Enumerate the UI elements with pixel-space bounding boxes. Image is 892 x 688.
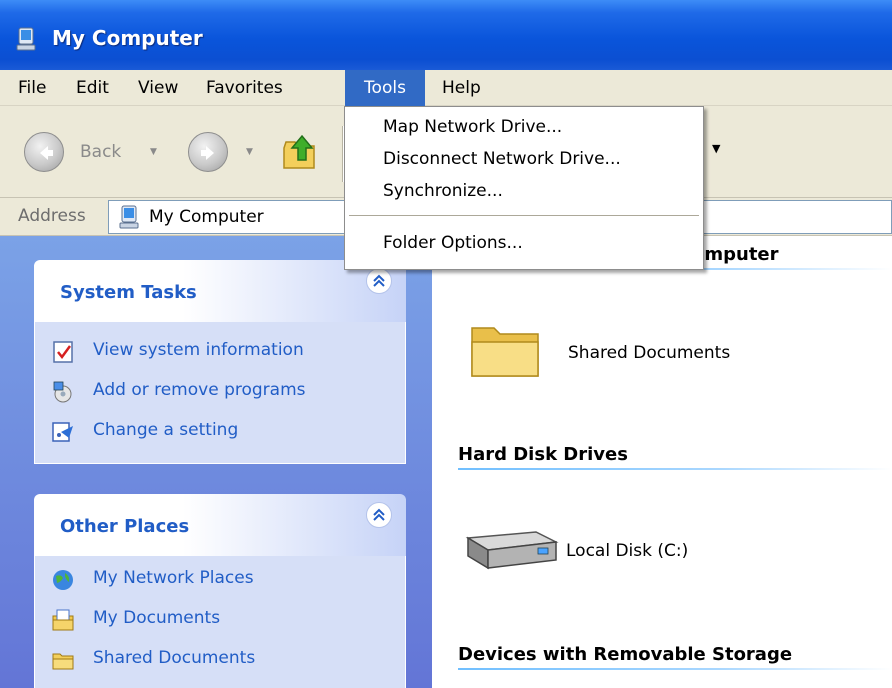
back-dropdown-icon[interactable]: ▼ xyxy=(150,147,157,157)
content-area: omputer Shared Documents Hard Disk Drive… xyxy=(432,236,892,688)
system-tasks-title: System Tasks xyxy=(60,282,197,303)
item-shared-documents[interactable]: Shared Documents xyxy=(568,343,730,363)
computer-icon xyxy=(16,27,36,51)
group-title: omputer xyxy=(692,244,779,265)
menu-separator xyxy=(349,215,699,216)
menu-bar: File Edit View Favorites Tools Help xyxy=(0,70,892,106)
hard-disk-icon[interactable] xyxy=(462,528,560,572)
back-arrow-icon xyxy=(40,146,53,160)
task-label[interactable]: Add or remove programs xyxy=(93,380,306,400)
my-documents-icon xyxy=(52,609,74,631)
place-label[interactable]: Shared Documents xyxy=(93,648,255,668)
folder-icon xyxy=(52,653,74,670)
back-label: Back xyxy=(80,142,122,162)
chevron-up-icon xyxy=(373,274,385,287)
views-dropdown-icon[interactable]: ▼ xyxy=(712,142,720,155)
other-places-title: Other Places xyxy=(60,516,190,537)
task-label[interactable]: Change a setting xyxy=(93,420,238,440)
forward-dropdown-icon[interactable]: ▼ xyxy=(246,147,253,157)
other-places-body: My Network Places My Documents Shared Do… xyxy=(34,556,406,688)
group-divider xyxy=(458,468,892,470)
system-tasks-panel: System Tasks View system information Add… xyxy=(34,260,406,464)
menu-edit[interactable]: Edit xyxy=(66,70,119,106)
forward-arrow-icon xyxy=(201,146,214,160)
address-label: Address xyxy=(18,206,86,226)
computer-icon xyxy=(119,205,139,229)
menu-item-map-network-drive[interactable]: Map Network Drive... xyxy=(383,117,562,137)
system-info-icon xyxy=(53,341,73,363)
address-value: My Computer xyxy=(149,207,264,227)
group-divider xyxy=(458,668,892,670)
forward-button[interactable] xyxy=(188,132,228,172)
add-remove-programs-icon xyxy=(53,381,72,403)
other-places-header[interactable]: Other Places xyxy=(34,494,406,556)
title-bar: My Computer xyxy=(0,0,892,70)
other-places-panel: Other Places My Network Places My Docume… xyxy=(34,494,406,688)
tools-menu: Map Network Drive... Disconnect Network … xyxy=(344,106,704,270)
chevron-up-icon xyxy=(373,508,385,521)
menu-item-folder-options[interactable]: Folder Options... xyxy=(383,233,523,253)
network-places-icon xyxy=(53,570,73,590)
task-label[interactable]: View system information xyxy=(93,340,304,360)
control-panel-icon xyxy=(52,422,73,442)
menu-view[interactable]: View xyxy=(128,70,188,106)
up-folder-icon[interactable] xyxy=(280,130,324,174)
menu-favorites[interactable]: Favorites xyxy=(196,70,293,106)
group-title: Devices with Removable Storage xyxy=(458,644,793,665)
task-pane: System Tasks View system information Add… xyxy=(0,236,432,688)
place-label[interactable]: My Documents xyxy=(93,608,220,628)
menu-item-disconnect-network-drive[interactable]: Disconnect Network Drive... xyxy=(383,149,621,169)
collapse-system-tasks-button[interactable] xyxy=(366,268,392,294)
back-button[interactable] xyxy=(24,132,64,172)
window-title: My Computer xyxy=(52,26,203,50)
menu-file[interactable]: File xyxy=(8,70,56,106)
menu-help[interactable]: Help xyxy=(432,70,491,106)
menu-tools[interactable]: Tools xyxy=(345,70,425,106)
group-title: Hard Disk Drives xyxy=(458,444,628,465)
collapse-other-places-button[interactable] xyxy=(366,502,392,528)
folder-icon[interactable] xyxy=(468,320,544,380)
system-tasks-body: View system information Add or remove pr… xyxy=(34,322,406,464)
item-local-disk[interactable]: Local Disk (C:) xyxy=(566,541,688,561)
place-label[interactable]: My Network Places xyxy=(93,568,254,588)
menu-item-synchronize[interactable]: Synchronize... xyxy=(383,181,503,201)
